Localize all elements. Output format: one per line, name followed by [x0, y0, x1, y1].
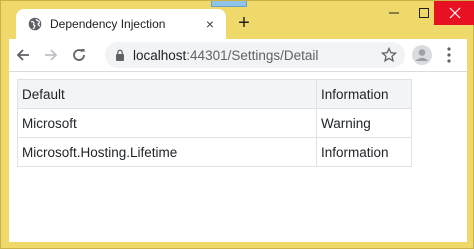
table-header-row: Default Information — [17, 79, 412, 109]
tab-title: Dependency Injection — [50, 17, 166, 31]
lock-icon — [116, 49, 124, 61]
category-cell: Microsoft.Hosting.Lifetime — [17, 137, 317, 167]
window-close-icon[interactable] — [434, 1, 474, 25]
table-row: Microsoft Warning — [17, 108, 412, 138]
window-top-accent — [211, 1, 247, 7]
url-text: localhost:44301/Settings/Detail — [133, 47, 319, 63]
minimize-icon[interactable] — [378, 1, 410, 25]
table-row: Microsoft.Hosting.Lifetime Information — [17, 137, 412, 167]
profile-icon[interactable] — [411, 44, 433, 66]
browser-window: Dependency Injection × + localhost:44301… — [0, 0, 474, 249]
plus-icon[interactable]: + — [233, 12, 255, 34]
close-icon[interactable]: × — [202, 16, 218, 32]
category-cell: Microsoft — [17, 108, 317, 138]
globe-icon — [28, 17, 42, 31]
back-arrow-icon[interactable] — [9, 41, 37, 69]
page-content: Default Information Microsoft Warning Mi… — [9, 71, 467, 242]
settings-table: Default Information Microsoft Warning Mi… — [17, 79, 412, 167]
level-cell: Warning — [316, 108, 412, 138]
browser-tab[interactable]: Dependency Injection × — [16, 9, 226, 39]
column-header-category: Default — [17, 79, 317, 109]
column-header-level: Information — [316, 79, 412, 109]
kebab-menu-icon[interactable] — [441, 44, 457, 66]
browser-toolbar: localhost:44301/Settings/Detail — [9, 39, 467, 71]
address-bar[interactable]: localhost:44301/Settings/Detail — [105, 42, 405, 68]
star-icon[interactable] — [381, 47, 397, 63]
level-cell: Information — [316, 137, 412, 167]
forward-arrow-icon[interactable] — [37, 41, 65, 69]
reload-icon[interactable] — [65, 41, 93, 69]
